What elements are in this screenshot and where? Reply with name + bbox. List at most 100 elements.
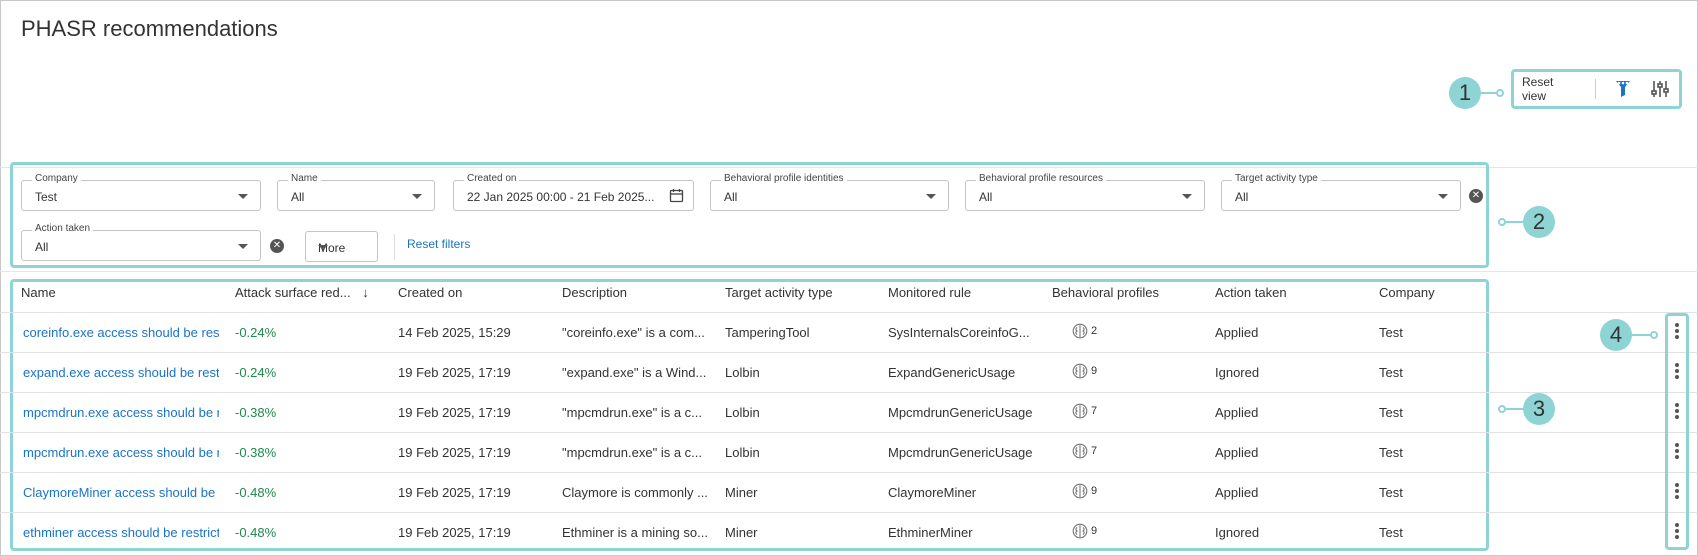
name-label: Name xyxy=(288,173,321,184)
table-row[interactable]: expand.exe access should be restricted -… xyxy=(0,352,1698,392)
more-options-icon[interactable] xyxy=(1670,521,1684,541)
created-on-value: 14 Feb 2025, 15:29 xyxy=(398,325,511,340)
column-header-monitored-rule[interactable]: Monitored rule xyxy=(888,285,971,300)
behavioral-profiles-count: 7 xyxy=(1091,445,1098,457)
action-taken-value: Applied xyxy=(1215,485,1259,500)
view-toolbar: Reset view xyxy=(1511,69,1682,109)
row-name-link[interactable]: mpcmdrun.exe access should be restricted xyxy=(23,405,219,420)
target-activity-select[interactable]: Target activity type All xyxy=(1221,173,1461,211)
clear-action-taken-icon[interactable]: ✕ xyxy=(270,239,284,253)
column-header-behavioral-profiles[interactable]: Behavioral profiles xyxy=(1052,285,1159,300)
column-settings-icon[interactable] xyxy=(1649,77,1672,101)
action-taken-select[interactable]: Action taken All xyxy=(21,223,261,261)
toolbar-divider xyxy=(1595,79,1596,99)
action-taken-value: Ignored xyxy=(1215,525,1260,540)
more-options-icon[interactable] xyxy=(1670,361,1684,381)
sort-descending-icon: ↓ xyxy=(362,285,369,300)
behavioral-profiles-cell[interactable]: 2 xyxy=(1072,323,1097,339)
target-activity-value: All xyxy=(1235,190,1249,204)
row-name-link[interactable]: coreinfo.exe access should be restricted xyxy=(23,325,219,340)
created-on-label: Created on xyxy=(464,173,520,184)
callout-dot xyxy=(1496,89,1504,97)
target-activity-value: Lolbin xyxy=(725,365,760,380)
company-value: Test xyxy=(1379,365,1403,380)
divider xyxy=(394,234,395,260)
behavioral-profiles-count: 9 xyxy=(1091,485,1098,497)
action-taken-value: Applied xyxy=(1215,445,1259,460)
target-activity-label: Target activity type xyxy=(1232,173,1321,184)
monitored-rule-value: ClaymoreMiner xyxy=(888,485,977,500)
behavioral-profiles-cell[interactable]: 9 xyxy=(1072,363,1097,379)
target-activity-value: Miner xyxy=(725,485,758,500)
callout-connector xyxy=(1481,92,1496,94)
behavioral-profiles-count: 2 xyxy=(1091,325,1098,337)
created-on-date-range[interactable]: Created on 22 Jan 2025 00:00 - 21 Feb 20… xyxy=(453,173,694,211)
clear-target-activity-icon[interactable]: ✕ xyxy=(1469,189,1483,203)
row-name-link[interactable]: mpcmdrun.exe access should be restricted xyxy=(23,445,219,460)
bp-identities-select[interactable]: Behavioral profile identities All xyxy=(710,173,949,211)
behavioral-profiles-cell[interactable]: 9 xyxy=(1072,523,1097,539)
row-name-link[interactable]: ethminer access should be restricted xyxy=(23,525,219,540)
divider xyxy=(0,271,1698,272)
chevron-down-icon xyxy=(238,194,248,199)
reset-filters-link[interactable]: Reset filters xyxy=(407,237,470,251)
page-title: PHASR recommendations xyxy=(21,16,278,41)
more-options-icon[interactable] xyxy=(1670,321,1684,341)
brain-icon xyxy=(1072,483,1088,499)
table-row[interactable]: mpcmdrun.exe access should be restricted… xyxy=(0,432,1698,472)
column-header-name[interactable]: Name xyxy=(21,285,56,300)
chevron-down-icon xyxy=(1182,194,1192,199)
attack-surface-value: -0.24% xyxy=(235,365,277,380)
bp-resources-select[interactable]: Behavioral profile resources All xyxy=(965,173,1205,211)
target-activity-value: Lolbin xyxy=(725,405,760,420)
calendar-icon[interactable] xyxy=(669,188,684,208)
monitored-rule-value: MpcmdrunGenericUsage xyxy=(888,445,1033,460)
description-value: "expand.exe" is a Wind... xyxy=(562,365,707,380)
callout-dot xyxy=(1498,218,1506,226)
chevron-down-icon xyxy=(926,194,936,199)
reset-view-button[interactable]: Reset view xyxy=(1522,75,1577,103)
monitored-rule-value: ExpandGenericUsage xyxy=(888,365,1016,380)
row-name-link[interactable]: ClaymoreMiner access should be restricte… xyxy=(23,485,219,500)
name-select[interactable]: Name All xyxy=(277,173,435,211)
table-row[interactable]: ClaymoreMiner access should be restricte… xyxy=(0,472,1698,512)
bp-resources-label: Behavioral profile resources xyxy=(976,173,1106,184)
behavioral-profiles-cell[interactable]: 7 xyxy=(1072,403,1097,419)
more-options-icon[interactable] xyxy=(1670,401,1684,421)
column-header-attack-surface[interactable]: Attack surface red... ↓ xyxy=(235,285,369,300)
table-row[interactable]: mpcmdrun.exe access should be restricted… xyxy=(0,392,1698,432)
name-value: All xyxy=(291,190,305,204)
behavioral-profiles-cell[interactable]: 9 xyxy=(1072,483,1097,499)
monitored-rule-value: EthminerMiner xyxy=(888,525,973,540)
company-value: Test xyxy=(1379,405,1403,420)
column-header-company[interactable]: Company xyxy=(1379,285,1435,300)
action-taken-value: Ignored xyxy=(1215,365,1260,380)
action-taken-value: Applied xyxy=(1215,405,1259,420)
bp-identities-value: All xyxy=(724,190,738,204)
column-header-description[interactable]: Description xyxy=(562,285,627,300)
description-value: Claymore is commonly ... xyxy=(562,485,708,500)
target-activity-value: Lolbin xyxy=(725,445,760,460)
column-header-action-taken[interactable]: Action taken xyxy=(1215,285,1287,300)
action-taken-label: Action taken xyxy=(32,223,94,234)
table-row[interactable]: ethminer access should be restricted -0.… xyxy=(0,512,1698,552)
table-row[interactable]: coreinfo.exe access should be restricted… xyxy=(0,312,1698,352)
callout-badge-3: 3 xyxy=(1523,393,1555,425)
row-name-link[interactable]: expand.exe access should be restricted xyxy=(23,365,219,380)
brain-icon xyxy=(1072,443,1088,459)
callout-badge-1: 1 xyxy=(1449,77,1481,109)
created-on-value: 19 Feb 2025, 17:19 xyxy=(398,405,511,420)
column-header-label: Attack surface red... xyxy=(235,285,351,300)
column-header-target-activity[interactable]: Target activity type xyxy=(725,285,833,300)
column-header-created-on[interactable]: Created on xyxy=(398,285,462,300)
more-options-icon[interactable] xyxy=(1670,481,1684,501)
brain-icon xyxy=(1072,403,1088,419)
monitored-rule-value: SysInternalsCoreinfoG... xyxy=(888,325,1030,340)
more-filters-button[interactable]: More xyxy=(305,231,378,262)
created-on-value: 22 Jan 2025 00:00 - 21 Feb 2025... xyxy=(467,190,655,204)
company-select[interactable]: Company Test xyxy=(21,173,261,211)
chevron-down-icon xyxy=(1438,194,1448,199)
more-options-icon[interactable] xyxy=(1670,441,1684,461)
filter-icon[interactable] xyxy=(1612,77,1635,101)
behavioral-profiles-cell[interactable]: 7 xyxy=(1072,443,1097,459)
